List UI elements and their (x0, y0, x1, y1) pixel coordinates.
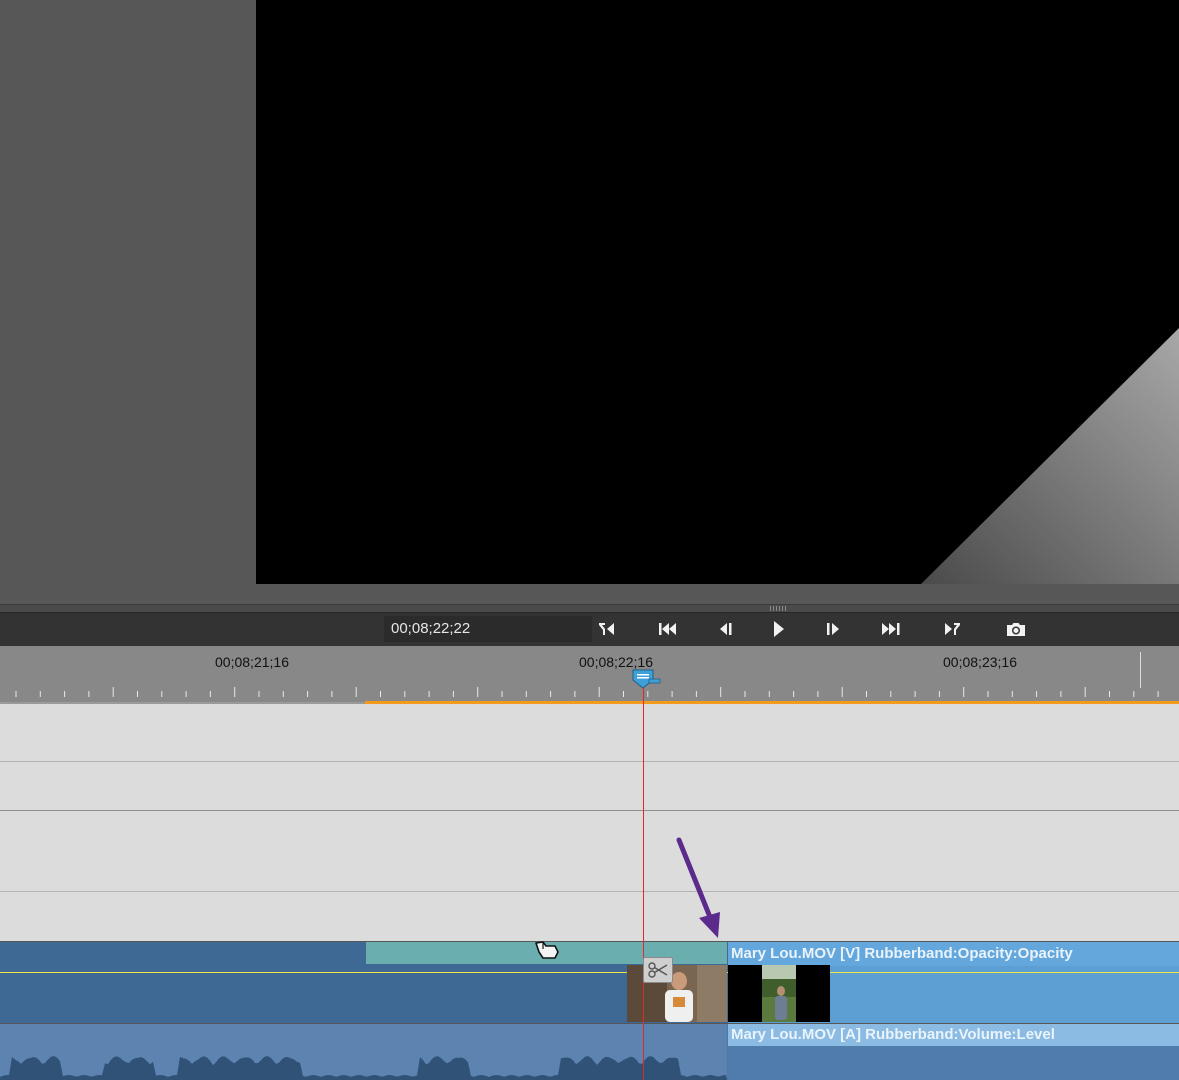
skip-back-icon (659, 623, 676, 635)
out-point-icon (945, 623, 960, 635)
opacity-rubberband[interactable] (0, 972, 1179, 973)
track-divider (0, 810, 1179, 811)
person-thumbnail-image (627, 965, 727, 1022)
annotation-arrow-icon (676, 837, 720, 938)
skip-forward-icon (882, 623, 900, 635)
clip-thumbnail (728, 965, 830, 1022)
current-timecode[interactable]: 00;08;22;22 (384, 616, 592, 642)
step-forward-icon (827, 623, 839, 635)
clip-thumbnail (627, 965, 727, 1022)
go-to-out-point-button[interactable] (939, 617, 965, 641)
hand-cursor-icon (535, 941, 559, 959)
in-point-icon (599, 623, 614, 635)
export-frame-button[interactable] (1003, 617, 1029, 641)
scissors-icon (648, 962, 668, 978)
audio-waveform (0, 1056, 727, 1080)
audio-clip-label: Mary Lou.MOV [A] Rubberband:Volume:Level (731, 1026, 1055, 1043)
step-back-icon (720, 623, 732, 635)
track-divider (0, 891, 1179, 892)
audio-clip-previous[interactable] (0, 1024, 727, 1080)
sequence-end-marker (1140, 652, 1141, 688)
previous-edit-button[interactable] (654, 617, 680, 641)
outdoor-thumbnail-image (728, 965, 830, 1022)
play-icon (774, 621, 784, 637)
next-edit-button[interactable] (879, 617, 905, 641)
track-divider (0, 761, 1179, 762)
go-to-in-point-button[interactable] (594, 617, 620, 641)
playhead-line[interactable] (643, 684, 644, 1080)
program-preview[interactable] (256, 0, 1179, 584)
step-back-button[interactable] (713, 617, 739, 641)
play-button[interactable] (765, 617, 791, 641)
ruler-ticks (15, 687, 1159, 697)
video-clip-label: Mary Lou.MOV [V] Rubberband:Opacity:Opac… (731, 945, 1073, 962)
step-forward-button[interactable] (820, 617, 846, 641)
preview-frame-content (921, 328, 1179, 584)
camera-icon (1007, 623, 1025, 636)
current-time-indicator-icon[interactable] (631, 668, 663, 690)
split-clip-button[interactable] (643, 957, 673, 983)
waveform-shape (0, 1056, 727, 1080)
time-ruler[interactable]: 00;08;21;16 00;08;22;16 00;08;23;16 (0, 646, 1179, 702)
track-area (0, 704, 1179, 941)
